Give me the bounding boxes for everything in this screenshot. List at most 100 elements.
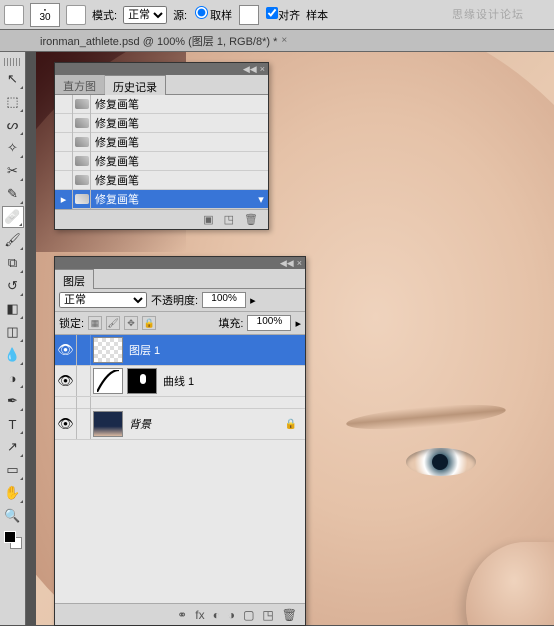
source-sampled-radio[interactable] [195, 6, 208, 19]
visibility-icon[interactable]: 👁 [55, 366, 77, 396]
move-tool[interactable]: ↖ [2, 68, 24, 90]
healing-brush-tool[interactable]: 🩹 [2, 206, 24, 228]
brush-panel-toggle[interactable] [66, 5, 86, 25]
layer-row[interactable]: 👁 图层 1 [55, 335, 305, 366]
color-swatch[interactable] [4, 531, 22, 549]
layers-list: 👁 图层 1 👁 曲线 1 👁 背景 🔒 [55, 335, 305, 603]
mask-icon[interactable]: ◐ [213, 608, 220, 622]
layer-mask-thumbnail[interactable] [127, 368, 157, 394]
slider-arrow-icon[interactable]: ▸ [250, 294, 256, 307]
layer-link[interactable] [77, 335, 91, 365]
hand-tool[interactable]: ✋ [2, 482, 24, 504]
gradient-tool[interactable]: ◫ [2, 321, 24, 343]
slider-arrow-icon[interactable]: ▸ [295, 317, 301, 330]
link-layers-icon[interactable]: ⚭ [177, 608, 187, 622]
fx-icon[interactable]: fx [195, 608, 204, 622]
pen-tool[interactable]: ✒ [2, 390, 24, 412]
zoom-tool[interactable]: 🔍 [2, 505, 24, 527]
dodge-tool[interactable]: ◑ [2, 367, 24, 389]
layer-options-row: 正常 不透明度: 100% ▸ [55, 289, 305, 312]
history-item[interactable]: 修复画笔 [55, 152, 268, 171]
document-tab-bar: ironman_athlete.psd @ 100% (图层 1, RGB/8*… [0, 30, 554, 52]
new-layer-icon[interactable]: ◳ [262, 608, 273, 622]
toolbox-grip[interactable] [4, 58, 21, 66]
lock-all-icon[interactable]: 🔒 [142, 316, 156, 330]
layer-name[interactable]: 背景 [125, 416, 151, 432]
brush-tool[interactable]: 🖌 [2, 229, 24, 251]
new-doc-icon[interactable]: ◳ [224, 213, 234, 226]
tab-history[interactable]: 历史记录 [105, 75, 166, 95]
history-item[interactable]: 修复画笔 [55, 114, 268, 133]
panel-header[interactable]: ◀◀ × [55, 63, 268, 75]
options-bar: 30 模式: 正常 源: 取样 思缘设计论坛 对齐 样本 [0, 0, 554, 30]
lock-move-icon[interactable]: ✥ [124, 316, 138, 330]
marquee-tool[interactable]: ⬚ [2, 91, 24, 113]
layer-thumbnail[interactable] [93, 337, 123, 363]
layers-panel: ◀◀ × 图层 正常 不透明度: 100% ▸ 锁定: ▦ 🖌 ✥ 🔒 填充: … [54, 256, 306, 626]
close-panel-icon[interactable]: × [260, 64, 265, 74]
aligned-option[interactable]: 对齐 [266, 7, 300, 23]
layer-thumbnail[interactable] [93, 368, 123, 394]
visibility-icon[interactable]: 👁 [55, 409, 77, 439]
layer-gap [55, 397, 305, 409]
opacity-label: 不透明度: [151, 292, 198, 308]
history-item[interactable]: ▸修复画笔▾ [55, 190, 268, 209]
lock-transparent-icon[interactable]: ▦ [88, 316, 102, 330]
crop-tool[interactable]: ✂ [2, 160, 24, 182]
history-panel: ◀◀ × 直方图 历史记录 修复画笔 修复画笔 修复画笔 修复画笔 修复画笔 ▸… [54, 62, 269, 230]
wand-tool[interactable]: ✧ [2, 137, 24, 159]
shape-tool[interactable]: ▭ [2, 459, 24, 481]
layer-lock-row: 锁定: ▦ 🖌 ✥ 🔒 填充: 100% ▸ [55, 312, 305, 335]
layer-thumbnail[interactable] [93, 411, 123, 437]
adjustment-icon[interactable]: ◑ [228, 608, 235, 622]
workspace: ↖ ⬚ ᔕ ✧ ✂ ✎ 🩹 🖌 ⧉ ↺ ◧ ◫ 💧 ◑ ✒ T ↗ ▭ ✋ 🔍 … [0, 52, 554, 625]
blur-tool[interactable]: 💧 [2, 344, 24, 366]
layers-footer: ⚭ fx ◐ ◑ ▢ ◳ 🗑 [55, 603, 305, 625]
eraser-tool[interactable]: ◧ [2, 298, 24, 320]
type-tool[interactable]: T [2, 413, 24, 435]
trash-icon[interactable]: 🗑 [244, 213, 258, 226]
source-sampled-option[interactable]: 取样 [193, 6, 232, 23]
layer-row[interactable]: 👁 曲线 1 [55, 366, 305, 397]
stamp-tool[interactable]: ⧉ [2, 252, 24, 274]
source-label: 源: [173, 7, 187, 23]
layer-name[interactable]: 曲线 1 [159, 373, 194, 389]
pattern-box[interactable] [239, 5, 259, 25]
photo-eye [406, 448, 476, 476]
group-icon[interactable]: ▢ [243, 608, 254, 622]
layer-link[interactable] [77, 366, 91, 396]
history-cursor-icon: ▸ [55, 190, 73, 209]
eyedropper-tool[interactable]: ✎ [2, 183, 24, 205]
history-item[interactable]: 修复画笔 [55, 95, 268, 114]
new-snapshot-icon[interactable]: ▣ [203, 213, 213, 226]
collapse-icon[interactable]: ◀◀ [280, 258, 294, 269]
history-scroll-icon[interactable]: ▾ [254, 193, 268, 206]
collapse-icon[interactable]: ◀◀ [243, 64, 257, 75]
panel-header[interactable]: ◀◀ × [55, 257, 305, 269]
history-brush-tool[interactable]: ↺ [2, 275, 24, 297]
aligned-checkbox[interactable] [266, 7, 278, 19]
trash-icon[interactable]: 🗑 [282, 608, 297, 622]
history-item[interactable]: 修复画笔 [55, 171, 268, 190]
tool-preset-icon[interactable] [4, 5, 24, 25]
path-tool[interactable]: ↗ [2, 436, 24, 458]
tab-layers[interactable]: 图层 [55, 269, 94, 289]
lock-paint-icon[interactable]: 🖌 [106, 316, 120, 330]
history-item[interactable]: 修复画笔 [55, 133, 268, 152]
watermark: 思缘设计论坛 [452, 6, 524, 22]
layer-link[interactable] [77, 409, 91, 439]
layer-blend-select[interactable]: 正常 [59, 292, 147, 308]
tab-histogram[interactable]: 直方图 [55, 75, 105, 94]
lasso-tool[interactable]: ᔕ [2, 114, 24, 136]
layer-name[interactable]: 图层 1 [125, 342, 160, 358]
visibility-icon[interactable]: 👁 [55, 335, 77, 365]
close-document-icon[interactable]: × [281, 35, 287, 46]
close-panel-icon[interactable]: × [297, 258, 302, 268]
blend-mode-select[interactable]: 正常 [123, 6, 167, 24]
fill-field[interactable]: 100% [247, 315, 291, 331]
brush-preset[interactable]: 30 [30, 3, 60, 27]
opacity-field[interactable]: 100% [202, 292, 246, 308]
mode-label: 模式: [92, 7, 117, 23]
document-title[interactable]: ironman_athlete.psd @ 100% (图层 1, RGB/8*… [40, 33, 277, 49]
layer-row[interactable]: 👁 背景 🔒 [55, 409, 305, 440]
